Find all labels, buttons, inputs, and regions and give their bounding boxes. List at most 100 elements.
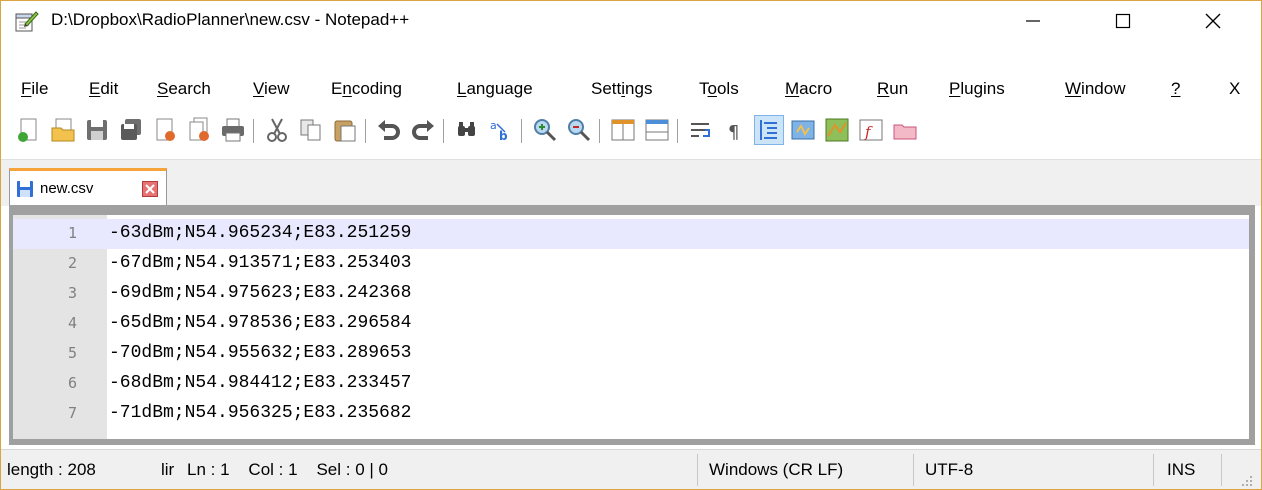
title-bar[interactable]: D:\Dropbox\RadioPlanner\new.csv - Notepa… xyxy=(1,1,1261,41)
document-map-icon[interactable] xyxy=(823,116,851,144)
menu-close-doc[interactable]: X xyxy=(1229,79,1240,99)
save-all-icon[interactable] xyxy=(117,116,145,144)
close-icon xyxy=(145,184,155,194)
print-icon[interactable] xyxy=(219,116,247,144)
menu-file-label: File xyxy=(21,79,49,98)
line-text: -63dBm;N54.965234;E83.251259 xyxy=(109,223,412,243)
line-text: -68dBm;N54.984412;E83.233457 xyxy=(109,373,412,393)
line-number: 3 xyxy=(67,284,77,302)
new-file-icon[interactable] xyxy=(15,116,43,144)
menu-search-label: Search xyxy=(157,79,211,98)
editor-line[interactable]: 4 -65dBm;N54.978536;E83.296584 xyxy=(13,309,1249,339)
menu-plugins-label: Plugins xyxy=(949,79,1005,98)
status-bar: length : 208 lir Ln : 1 Col : 1 Sel : 0 … xyxy=(1,449,1261,489)
status-position: Ln : 1 Col : 1 Sel : 0 | 0 xyxy=(187,460,388,479)
line-text: -70dBm;N54.955632;E83.289653 xyxy=(109,343,412,363)
editor-line[interactable]: 5 -70dBm;N54.955632;E83.289653 xyxy=(13,339,1249,369)
menu-file[interactable]: File xyxy=(21,79,48,99)
show-all-chars-icon[interactable]: ¶ xyxy=(721,116,749,144)
line-text: -71dBm;N54.956325;E83.235682 xyxy=(109,403,412,423)
close-file-icon[interactable] xyxy=(151,116,179,144)
menu-macro[interactable]: Macro xyxy=(785,79,832,99)
menu-bar: File Edit Search View Encoding Language … xyxy=(1,77,1261,107)
menu-view[interactable]: View xyxy=(253,79,290,99)
redo-icon[interactable] xyxy=(409,116,437,144)
status-separator xyxy=(697,454,698,486)
menu-help-label: ? xyxy=(1171,79,1181,98)
open-file-icon[interactable] xyxy=(49,116,77,144)
function-list-icon[interactable]: f xyxy=(857,116,885,144)
copy-icon[interactable] xyxy=(297,116,325,144)
status-separator xyxy=(1153,454,1154,486)
menu-settings-label: Settings xyxy=(591,79,653,98)
notepadpp-icon xyxy=(15,10,39,32)
zoom-out-icon[interactable] xyxy=(565,116,593,144)
toolbar-separator xyxy=(521,119,522,143)
menu-plugins[interactable]: Plugins xyxy=(949,79,1005,99)
replace-icon[interactable]: ab xyxy=(487,116,515,144)
cut-icon[interactable] xyxy=(263,116,291,144)
editor-line[interactable]: 3 -69dBm;N54.975623;E83.242368 xyxy=(13,279,1249,309)
close-all-icon[interactable] xyxy=(185,116,213,144)
indent-guide-icon[interactable] xyxy=(754,115,784,145)
line-text: -65dBm;N54.978536;E83.296584 xyxy=(109,313,412,333)
zoom-in-icon[interactable] xyxy=(531,116,559,144)
toolbar: ab ¶ f xyxy=(1,109,1261,151)
line-number: 1 xyxy=(67,224,77,242)
toolbar-separator xyxy=(253,119,254,143)
editor-line[interactable]: 7 -71dBm;N54.956325;E83.235682 xyxy=(13,399,1249,429)
status-insert-mode[interactable]: INS xyxy=(1167,460,1195,480)
tab-new-csv[interactable]: new.csv xyxy=(9,168,167,206)
window-title: D:\Dropbox\RadioPlanner\new.csv - Notepa… xyxy=(51,10,410,29)
status-lines-truncated: lir xyxy=(161,460,175,479)
status-encoding[interactable]: UTF-8 xyxy=(925,460,973,480)
menu-run[interactable]: Run xyxy=(877,79,908,99)
status-eol[interactable]: Windows (CR LF) xyxy=(709,460,843,480)
menu-macro-label: Macro xyxy=(785,79,833,98)
status-length: length : 208 xyxy=(7,460,96,479)
maximize-button[interactable] xyxy=(1095,1,1151,41)
line-number: 6 xyxy=(67,374,77,392)
line-text: -67dBm;N54.913571;E83.253403 xyxy=(109,253,412,273)
toolbar-separator xyxy=(365,119,366,143)
word-wrap-icon[interactable] xyxy=(687,116,715,144)
folder-as-workspace-icon[interactable] xyxy=(891,116,919,144)
editor-line[interactable]: 2 -67dBm;N54.913571;E83.253403 xyxy=(13,249,1249,279)
line-number: 7 xyxy=(67,404,77,422)
menu-settings[interactable]: Settings xyxy=(591,79,652,99)
menu-help[interactable]: ? xyxy=(1171,79,1180,99)
menu-window-label: Window xyxy=(1065,79,1126,98)
paste-icon[interactable] xyxy=(331,116,359,144)
find-icon[interactable] xyxy=(453,116,481,144)
line-text: -69dBm;N54.975623;E83.242368 xyxy=(109,283,412,303)
menu-language[interactable]: Language xyxy=(457,79,533,99)
user-defined-language-icon[interactable] xyxy=(789,116,817,144)
save-icon[interactable] xyxy=(83,116,111,144)
minimize-icon xyxy=(1026,20,1040,22)
menu-edit[interactable]: Edit xyxy=(89,79,118,99)
menu-encoding-label: Encoding xyxy=(331,79,402,98)
sync-vertical-icon[interactable] xyxy=(609,116,637,144)
editor-line[interactable]: 6 -68dBm;N54.984412;E83.233457 xyxy=(13,369,1249,399)
tab-close-button[interactable] xyxy=(142,181,158,197)
undo-icon[interactable] xyxy=(375,116,403,144)
menu-tools-label: Tools xyxy=(699,79,739,98)
toolbar-separator xyxy=(443,119,444,143)
menu-edit-label: Edit xyxy=(89,79,119,98)
menu-encoding[interactable]: Encoding xyxy=(331,79,402,99)
resize-grip-icon[interactable] xyxy=(1239,472,1253,486)
menu-window[interactable]: Window xyxy=(1065,79,1125,99)
line-number: 5 xyxy=(67,344,77,362)
menu-close-doc-label: X xyxy=(1229,79,1241,98)
menu-language-label: Language xyxy=(457,79,533,98)
close-window-button[interactable] xyxy=(1185,1,1241,41)
status-separator xyxy=(1221,454,1222,486)
minimize-button[interactable] xyxy=(1005,1,1061,41)
maximize-icon xyxy=(1115,13,1131,29)
text-editor[interactable]: 1 -63dBm;N54.965234;E83.251259 2 -67dBm;… xyxy=(13,215,1249,439)
menu-tools[interactable]: Tools xyxy=(699,79,739,99)
sync-horizontal-icon[interactable] xyxy=(643,116,671,144)
editor-line[interactable]: 1 -63dBm;N54.965234;E83.251259 xyxy=(13,219,1249,249)
menu-search[interactable]: Search xyxy=(157,79,211,99)
save-icon xyxy=(16,180,34,198)
